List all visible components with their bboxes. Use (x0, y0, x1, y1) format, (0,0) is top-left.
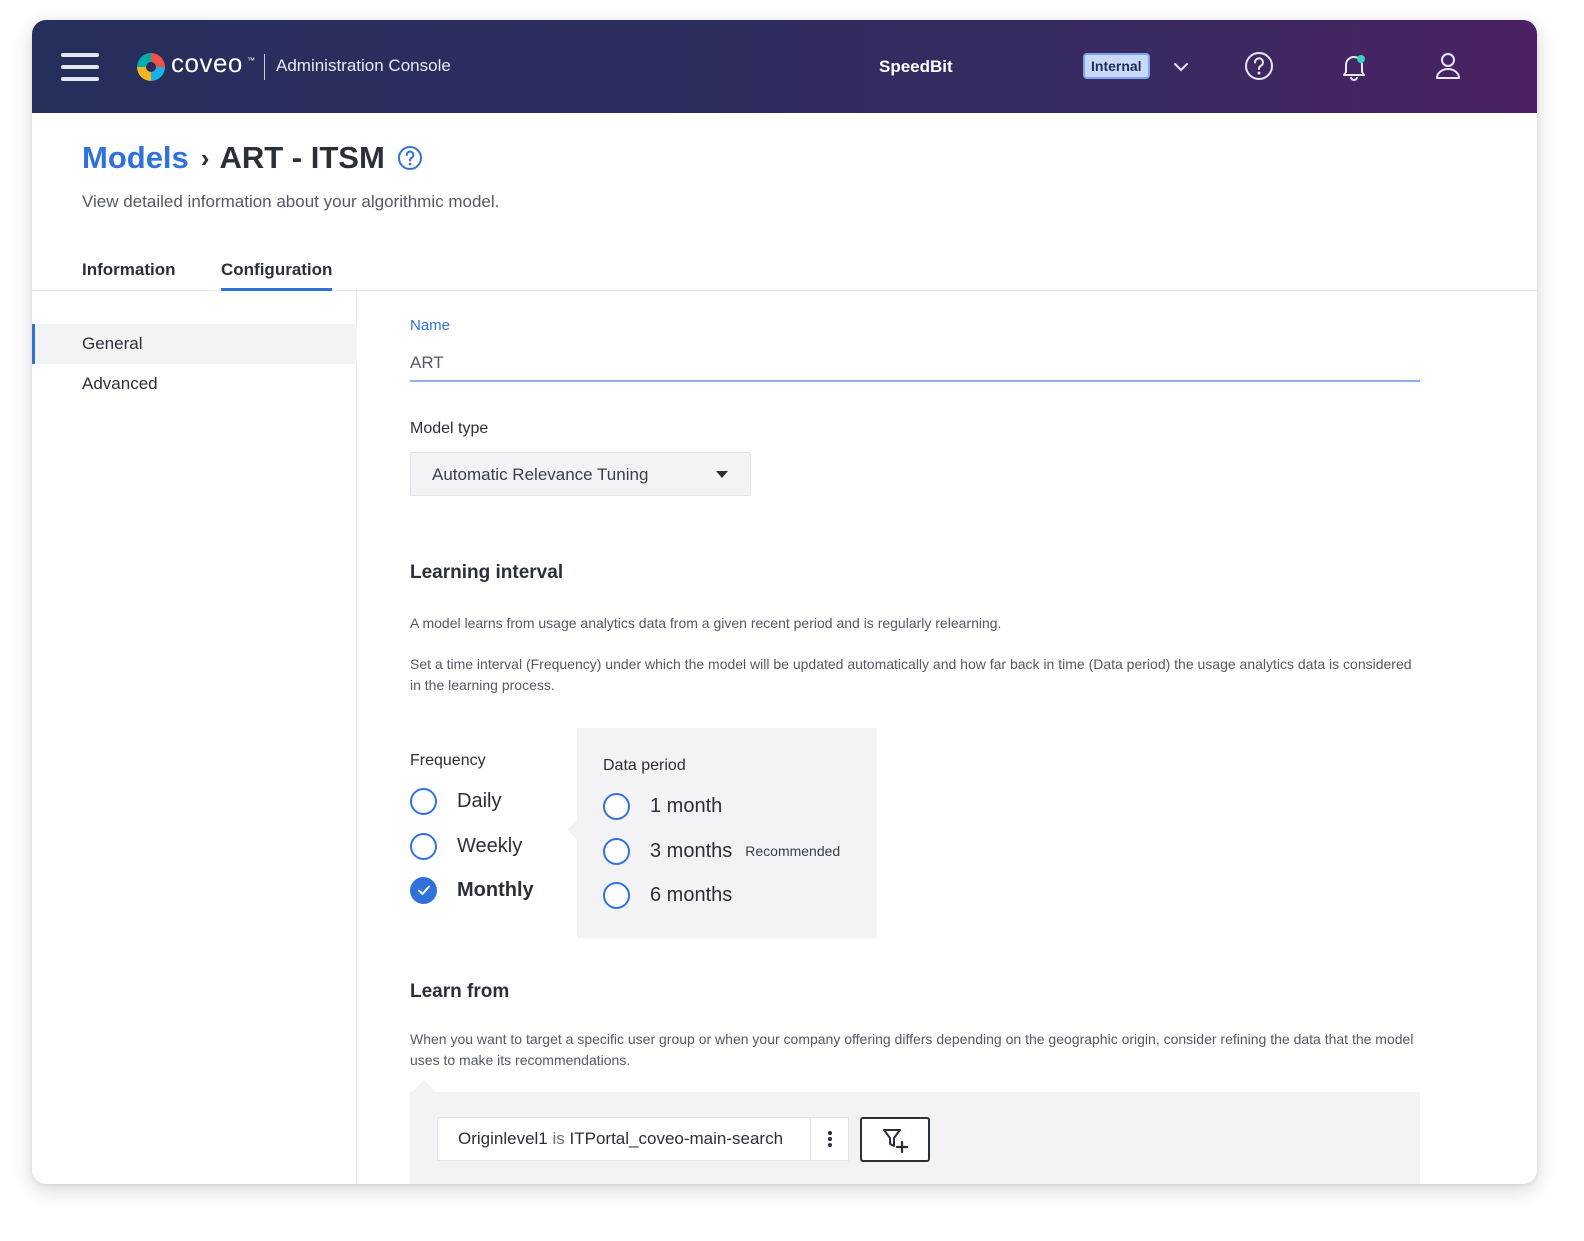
help-icon[interactable] (397, 145, 423, 171)
filter-field: Originlevel1 (458, 1129, 548, 1148)
logo-text: coveo (171, 48, 243, 78)
sidebar-item-general[interactable]: General (32, 324, 357, 364)
logo-trademark: ™ (247, 56, 255, 65)
logo-divider (264, 54, 265, 80)
data-period-option-3-months[interactable]: 3 months Recommended (603, 836, 840, 866)
org-name[interactable]: SpeedBit (879, 57, 953, 77)
data-period-label: Data period (603, 757, 686, 774)
breadcrumb-separator: › (200, 142, 210, 173)
learning-interval-description: A model learns from usage analytics data… (410, 615, 1002, 631)
sidebar-item-advanced[interactable]: Advanced (32, 364, 357, 404)
radio-button[interactable] (603, 837, 630, 865)
frequency-option-weekly[interactable]: Weekly (410, 831, 522, 861)
page-title: ART - ITSM (219, 140, 385, 175)
bell-icon[interactable] (1338, 50, 1370, 82)
chevron-down-icon[interactable] (1172, 58, 1190, 76)
sidebar: General Advanced (32, 291, 357, 1184)
user-icon[interactable] (1432, 50, 1464, 82)
filter-chip[interactable]: Originlevel1 is ITPortal_coveo-main-sear… (437, 1117, 849, 1161)
add-filter-button[interactable] (860, 1117, 930, 1162)
learn-from-title: Learn from (410, 981, 510, 1002)
data-period-panel: Data period 1 month 3 months Recommended… (567, 728, 877, 938)
breadcrumb-models-link[interactable]: Models (82, 140, 189, 176)
radio-label: 6 months (650, 883, 733, 906)
learn-from-description: When you want to target a specific user … (410, 1031, 1414, 1068)
data-period-option-1-month[interactable]: 1 month (603, 791, 722, 821)
name-label: Name (410, 317, 451, 334)
radio-label: 1 month (650, 794, 723, 817)
page-description: View detailed information about your alg… (82, 192, 500, 211)
frequency-option-daily[interactable]: Daily (410, 786, 501, 816)
filter-operator: is (552, 1129, 565, 1148)
frequency-label: Frequency (410, 752, 486, 769)
radio-label: 3 months (650, 839, 733, 862)
learning-interval-title: Learning interval (410, 562, 564, 583)
radio-button[interactable] (603, 881, 630, 909)
radio-button[interactable] (603, 792, 630, 820)
console-title: Administration Console (276, 56, 451, 75)
help-icon[interactable] (1243, 50, 1275, 82)
filter-add-icon (883, 1128, 909, 1153)
radio-label: Monthly (457, 878, 534, 901)
frequency-option-monthly[interactable]: Monthly (410, 875, 534, 905)
model-type-label: Model type (410, 420, 489, 437)
model-type-select[interactable]: Automatic Relevance Tuning (410, 452, 751, 496)
radio-button[interactable] (410, 787, 437, 815)
tab-information[interactable]: Information (82, 260, 176, 291)
breadcrumb: Models › ART - ITSM (82, 138, 423, 178)
recommended-tag: Recommended (745, 843, 841, 859)
app-window: coveo ™ Administration Console SpeedBit … (32, 20, 1537, 1184)
radio-label: Daily (457, 789, 502, 812)
radio-button[interactable] (410, 832, 437, 860)
tab-configuration[interactable]: Configuration (221, 260, 333, 291)
name-input[interactable] (410, 346, 1420, 382)
panel-pointer (567, 820, 577, 840)
panel-pointer (412, 1080, 436, 1092)
radio-button-checked[interactable] (410, 876, 437, 904)
filter-expression: Originlevel1 is ITPortal_coveo-main-sear… (438, 1129, 810, 1149)
caret-down-icon (716, 471, 728, 478)
top-bar: coveo ™ Administration Console SpeedBit … (32, 20, 1537, 113)
filter-value: ITPortal_coveo-main-search (569, 1129, 784, 1148)
model-type-value: Automatic Relevance Tuning (432, 465, 649, 484)
learning-interval-help: Set a time interval (Frequency) under wh… (410, 656, 1412, 693)
filter-panel: Originlevel1 is ITPortal_coveo-main-sear… (410, 1080, 1420, 1184)
radio-label: Weekly (457, 834, 523, 857)
check-icon (417, 885, 430, 895)
data-period-option-6-months[interactable]: 6 months (603, 880, 732, 910)
tab-bar: Information Configuration (32, 250, 1537, 291)
org-type-badge: Internal (1083, 53, 1150, 79)
coveo-logo-icon (137, 53, 165, 81)
menu-icon[interactable] (61, 53, 99, 81)
more-options-icon[interactable] (810, 1117, 848, 1161)
main-content: Name Model type Automatic Relevance Tuni… (410, 291, 1510, 1184)
